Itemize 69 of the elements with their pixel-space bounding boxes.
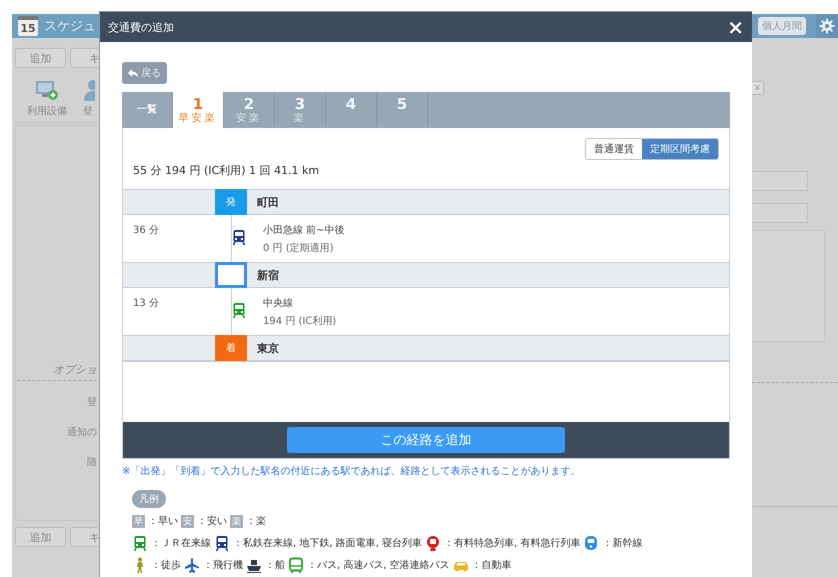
legend-label: 凡例	[132, 490, 166, 508]
text-area[interactable]	[752, 230, 825, 342]
route-tab[interactable]: 4	[326, 92, 377, 128]
toolbar-label[interactable]: 登	[83, 104, 93, 118]
route-tab[interactable]: 3 楽	[275, 92, 326, 128]
fare-mode-button[interactable]: 定期区間考慮	[642, 139, 718, 159]
rank-icon: 楽	[230, 514, 243, 528]
train-icon	[231, 229, 247, 246]
add-route-button[interactable]: この経路を追加	[287, 427, 565, 453]
add-button[interactable]: 追加	[15, 48, 66, 68]
transfer-marker	[215, 262, 247, 288]
legend-text: ：飛行機	[203, 558, 243, 572]
back-button[interactable]: 戻る	[122, 62, 167, 84]
legend-text: ：早い	[148, 515, 178, 528]
form-label: 随	[87, 456, 97, 470]
legend-text: ：安い	[197, 514, 227, 528]
route-summary: 55 分 194 円 (IC利用) 1 回 41.1 km	[132, 163, 320, 179]
station-name: 新宿	[256, 268, 279, 282]
train-icon	[214, 534, 230, 552]
legend-text: ：楽	[246, 515, 266, 528]
legend-text: ：有料特急列車, 有料急行列車	[444, 536, 580, 550]
fare-text: 0 円 (定期適用)	[263, 242, 335, 255]
toolbar-label[interactable]: 利用設備	[27, 104, 67, 118]
rank-icon: 早	[132, 514, 145, 528]
app-title: スケジュ	[44, 18, 96, 35]
note-text: ※「出発」「到着」で入力した駅名の付近にある駅であれば、経路として表示されることがあります。	[122, 464, 582, 478]
toolbar-button[interactable]: キ	[70, 48, 100, 68]
travel-time: 36 分	[132, 224, 160, 237]
fare-text: 194 円 (IC利用)	[263, 314, 336, 328]
legend-text: ：ＪＲ在来線	[151, 536, 211, 550]
legend-text: ：自動車	[472, 558, 512, 572]
travel-time: 13 分	[132, 297, 160, 310]
monitor-add-icon	[35, 79, 59, 101]
input-field[interactable]	[752, 203, 808, 223]
legend-text: ：バス, 高速バス, 空港連絡バス	[307, 558, 450, 572]
line-name: 小田急線 前~中後	[263, 224, 345, 237]
form-label: 登	[87, 396, 97, 410]
arrival-badge: 着	[215, 335, 247, 361]
settings-icon[interactable]	[816, 14, 838, 38]
calendar-icon: 15	[18, 16, 38, 36]
airplane-icon	[184, 556, 200, 574]
route-tab[interactable]: 2 安楽	[224, 92, 275, 128]
add-button[interactable]: 追加	[15, 527, 66, 547]
pin-train-icon	[425, 534, 442, 552]
form-label: 通知の	[67, 426, 97, 440]
clear-button[interactable]: x	[752, 81, 764, 95]
legend-text: ：徒歩	[151, 558, 181, 572]
back-arrow-icon	[128, 68, 138, 78]
route-tab[interactable]: 5	[377, 92, 428, 128]
legend-text: ：私鉄在来線, 地下鉄, 路面電車, 寝台列車	[233, 536, 422, 550]
train-icon	[231, 302, 247, 319]
bus-icon	[288, 556, 304, 574]
dialog-title: 交通費の追加	[108, 20, 174, 34]
train-icon	[583, 534, 600, 552]
person-icon	[83, 79, 95, 101]
departure-badge: 発	[215, 189, 247, 215]
section-heading: オプショ	[17, 358, 97, 381]
toolbar-button[interactable]: キ	[70, 527, 100, 547]
personal-month-button[interactable]: 個人月間	[758, 17, 806, 35]
legend-text: ：船	[265, 559, 285, 572]
close-button[interactable]: ×	[727, 17, 744, 37]
train-icon	[132, 534, 148, 552]
line-name: 中央線	[263, 296, 294, 310]
station-name: 東京	[256, 340, 279, 356]
station-name: 町田	[256, 194, 279, 210]
legend-text: ：新幹線	[602, 536, 642, 550]
input-field[interactable]	[752, 171, 808, 191]
route-tab[interactable]: 1 早安楽	[173, 92, 224, 128]
rank-icon: 安	[181, 514, 194, 528]
